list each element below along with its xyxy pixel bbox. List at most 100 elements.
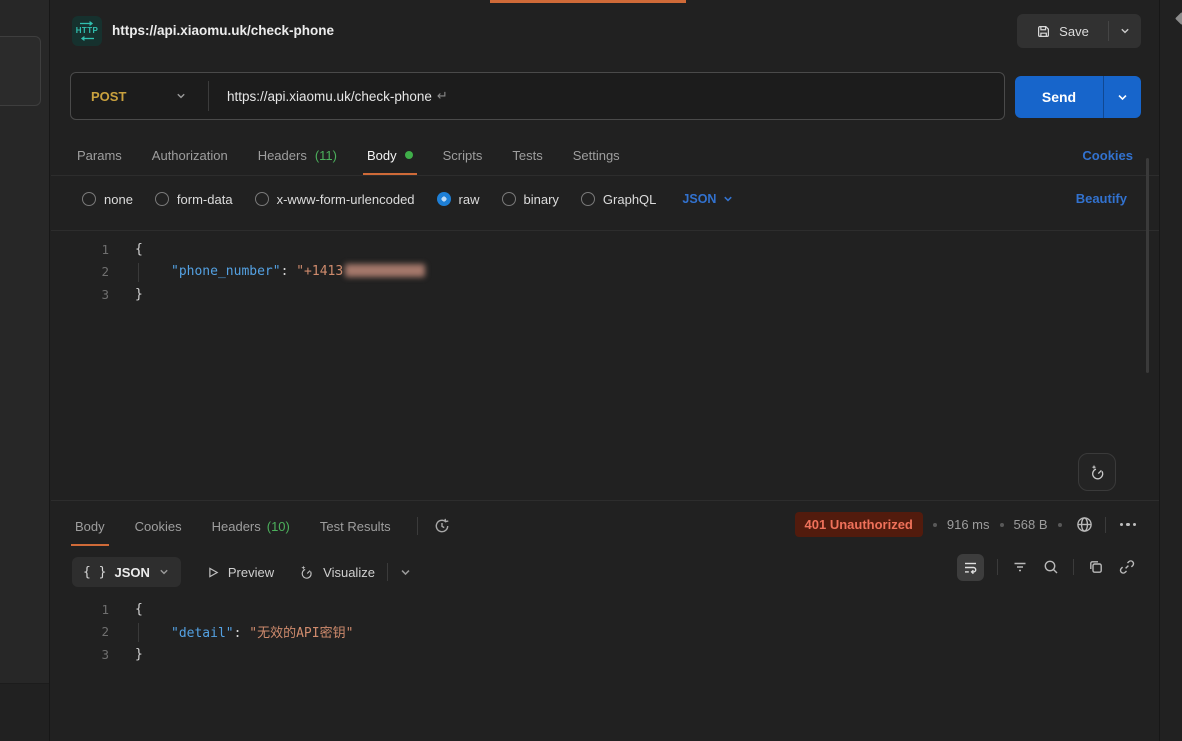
tab-params[interactable]: Params bbox=[77, 135, 122, 175]
response-tab-test-results[interactable]: Test Results bbox=[320, 506, 391, 546]
tab-body[interactable]: Body bbox=[367, 135, 413, 175]
mode-binary[interactable]: binary bbox=[502, 192, 559, 207]
mode-x-www-form-urlencoded[interactable]: x-www-form-urlencoded bbox=[255, 192, 415, 207]
left-sidebar bbox=[0, 0, 50, 741]
json-value: "无效的API密钥" bbox=[249, 626, 353, 641]
tab-headers[interactable]: Headers (11) bbox=[258, 135, 337, 175]
visualize-button[interactable]: Visualize bbox=[298, 564, 375, 581]
link-button[interactable] bbox=[1118, 558, 1136, 576]
send-options-button[interactable] bbox=[1104, 76, 1141, 118]
globe-icon bbox=[1074, 514, 1095, 535]
main-panel: HTTP https://api.xiaomu.uk/check-phone S… bbox=[51, 0, 1159, 741]
redacted-value bbox=[345, 264, 425, 277]
code-line: 3 } bbox=[51, 283, 1159, 306]
response-format-dropdown[interactable]: { } JSON bbox=[72, 557, 181, 587]
history-clock-icon bbox=[432, 516, 452, 536]
history-button[interactable] bbox=[432, 516, 452, 536]
mode-none[interactable]: none bbox=[82, 192, 133, 207]
response-time[interactable]: 916 ms bbox=[947, 517, 990, 532]
status-badge[interactable]: 401 Unauthorized bbox=[795, 512, 923, 537]
url-input[interactable]: https://api.xiaomu.uk/check-phone bbox=[227, 89, 432, 104]
language-dropdown[interactable]: JSON bbox=[682, 192, 734, 206]
indent-guide bbox=[138, 263, 139, 282]
response-tab-body[interactable]: Body bbox=[75, 506, 105, 546]
body-mode-row: none form-data x-www-form-urlencoded raw… bbox=[82, 182, 734, 216]
method-selector[interactable]: POST bbox=[91, 89, 135, 104]
mode-raw[interactable]: raw bbox=[437, 192, 480, 207]
cookies-link[interactable]: Cookies bbox=[1082, 148, 1133, 163]
mode-form-data[interactable]: form-data bbox=[155, 192, 233, 207]
divider bbox=[997, 559, 998, 575]
partial-icon bbox=[1175, 12, 1182, 25]
code-line: 1 { bbox=[51, 238, 1159, 261]
radio-selected-icon bbox=[437, 192, 451, 206]
divider bbox=[387, 563, 388, 581]
viewer-options-button[interactable] bbox=[399, 566, 412, 579]
chevron-down-icon bbox=[399, 566, 412, 579]
indent-guide bbox=[138, 623, 139, 642]
wrap-text-button[interactable] bbox=[957, 554, 984, 581]
send-button[interactable]: Send bbox=[1015, 76, 1103, 118]
search-button[interactable] bbox=[1042, 558, 1060, 576]
radio-icon bbox=[255, 192, 269, 206]
tab-authorization[interactable]: Authorization bbox=[152, 135, 228, 175]
json-key: "detail" bbox=[171, 626, 234, 641]
tab-settings[interactable]: Settings bbox=[573, 135, 620, 175]
send-label: Send bbox=[1042, 89, 1076, 105]
beautify-link[interactable]: Beautify bbox=[1076, 191, 1127, 206]
divider bbox=[1105, 517, 1106, 533]
headers-count: (11) bbox=[315, 148, 337, 163]
network-info-button[interactable] bbox=[1074, 514, 1095, 535]
active-tab-indicator bbox=[490, 0, 686, 3]
sparkle-circle-icon bbox=[298, 564, 315, 581]
app-window: HTTP https://api.xiaomu.uk/check-phone S… bbox=[0, 0, 1182, 741]
response-panel: Body Cookies Headers (10) Test Results bbox=[51, 500, 1159, 741]
save-button[interactable]: Save bbox=[1017, 14, 1108, 48]
divider bbox=[208, 81, 209, 111]
chevron-down-icon bbox=[722, 193, 734, 205]
response-tab-headers[interactable]: Headers (10) bbox=[212, 506, 290, 546]
radio-icon bbox=[581, 192, 595, 206]
code-line: 3 } bbox=[51, 643, 1159, 666]
body-modified-dot bbox=[405, 151, 413, 159]
send-button-group: Send bbox=[1015, 76, 1141, 118]
method-dropdown-button[interactable] bbox=[175, 90, 187, 102]
mode-graphql[interactable]: GraphQL bbox=[581, 192, 656, 207]
chevron-down-icon bbox=[158, 566, 170, 578]
save-label: Save bbox=[1059, 24, 1089, 39]
more-options-button[interactable] bbox=[1116, 519, 1141, 531]
request-body-editor[interactable]: 1 { 2 "phone_number": "+1413 3 } bbox=[51, 230, 1159, 500]
http-request-icon: HTTP bbox=[72, 16, 102, 46]
preview-button[interactable]: Preview bbox=[205, 565, 274, 580]
copy-icon bbox=[1087, 558, 1105, 576]
save-button-group: Save bbox=[1017, 14, 1141, 48]
copy-button[interactable] bbox=[1087, 558, 1105, 576]
radio-icon bbox=[82, 192, 96, 206]
response-headers-count: (10) bbox=[267, 519, 290, 534]
sidebar-partial-panel[interactable] bbox=[0, 36, 41, 106]
tab-scripts[interactable]: Scripts bbox=[443, 135, 483, 175]
tab-tests[interactable]: Tests bbox=[512, 135, 542, 175]
filter-button[interactable] bbox=[1011, 558, 1029, 576]
save-options-button[interactable] bbox=[1109, 14, 1141, 48]
postbot-button[interactable] bbox=[1078, 453, 1116, 491]
json-key: "phone_number" bbox=[171, 264, 281, 279]
sparkle-circle-icon bbox=[1088, 463, 1107, 482]
search-icon bbox=[1042, 558, 1060, 576]
request-url-bar: POST https://api.xiaomu.uk/check-phone ↵ bbox=[70, 72, 1005, 120]
divider bbox=[1073, 559, 1074, 575]
response-tab-cookies[interactable]: Cookies bbox=[135, 506, 182, 546]
sidebar-footer bbox=[0, 683, 50, 741]
code-line: 1 { bbox=[51, 598, 1159, 621]
response-size[interactable]: 568 B bbox=[1014, 517, 1048, 532]
scrollbar[interactable] bbox=[1146, 158, 1149, 373]
chevron-down-icon bbox=[1116, 91, 1129, 104]
play-icon bbox=[205, 565, 220, 580]
divider bbox=[417, 517, 418, 535]
dot-separator bbox=[1000, 523, 1004, 527]
wrap-text-icon bbox=[962, 559, 979, 576]
code-line: 2 "detail": "无效的API密钥" bbox=[51, 621, 1159, 644]
save-icon bbox=[1036, 24, 1051, 39]
radio-icon bbox=[502, 192, 516, 206]
link-icon bbox=[1118, 558, 1136, 576]
